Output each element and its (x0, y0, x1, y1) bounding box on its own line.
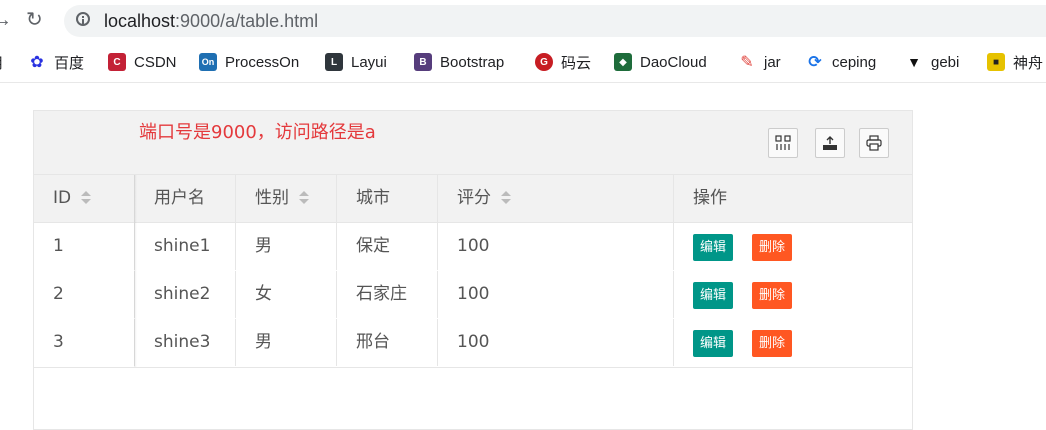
table-row[interactable]: 1 shine1 男 保定 100 编辑 删除 (34, 223, 912, 272)
bookmark-daocloud[interactable]: ◆ DaoCloud (614, 52, 707, 72)
header-label: 性别 (255, 188, 289, 208)
header-username: 用户名 (135, 175, 236, 222)
cell-sex: 男 (236, 319, 337, 366)
header-id[interactable]: ID (34, 175, 135, 222)
bookmark-label: Layui (351, 53, 387, 71)
delete-button[interactable]: 删除 (752, 234, 793, 261)
edit-button[interactable]: 编辑 (693, 330, 734, 357)
table-toolbar: 端口号是9000，访问路径是a (34, 111, 912, 175)
cell-id: 2 (34, 271, 135, 318)
cell-score: 100 (438, 223, 674, 270)
layui-icon: L (325, 53, 343, 71)
header-label: 操作 (693, 188, 727, 208)
cell-sex: 女 (236, 271, 337, 318)
export-button[interactable] (815, 128, 845, 158)
address-bar[interactable]: localhost:9000/a/table.html (64, 5, 1046, 37)
bookmark-apps[interactable]: 用 (0, 52, 3, 72)
note-text: 端口号是9000，访问路径是a (139, 122, 376, 143)
header-label: 用户名 (154, 188, 205, 208)
pen-icon: ✎ (740, 54, 754, 71)
cell-city: 邢台 (337, 319, 438, 366)
bookmark-label: ceping (832, 53, 877, 71)
bookmark-label: DaoCloud (640, 53, 707, 71)
back-arrow-icon[interactable]: → (0, 8, 12, 32)
delete-button[interactable]: 删除 (752, 330, 793, 357)
url-path: :9000/a/table.html (175, 11, 319, 31)
bookmark-label: jar (764, 53, 781, 71)
bookmark-jar[interactable]: ✎ jar (738, 52, 781, 72)
shenzhou-icon: ■ (987, 53, 1005, 71)
sort-icon[interactable] (299, 191, 309, 205)
cell-score: 100 (438, 319, 674, 366)
address-bar-row: → ↻ localhost:9000/a/table.html (0, 0, 1046, 40)
table-row[interactable]: 3 shine3 男 邢台 100 编辑 删除 (34, 319, 912, 368)
bookmark-gebi[interactable]: ▼ gebi (905, 52, 959, 72)
gitee-icon: G (535, 53, 553, 71)
header-label: ID (53, 188, 72, 208)
bookmark-label: Bootstrap (440, 53, 505, 71)
print-button[interactable] (859, 128, 889, 158)
bootstrap-icon: B (414, 53, 432, 71)
delete-button[interactable]: 删除 (752, 282, 793, 309)
edit-button[interactable]: 编辑 (693, 282, 734, 309)
columns-filter-button[interactable] (768, 128, 798, 158)
header-sex[interactable]: 性别 (236, 175, 337, 222)
cell-id: 1 (34, 223, 135, 270)
processon-icon: On (199, 53, 217, 71)
cell-id: 3 (34, 319, 135, 366)
paw-icon: ✿ (30, 54, 44, 71)
gebi-icon: ▼ (907, 54, 921, 70)
cell-username: shine2 (135, 271, 236, 318)
browser-chrome: → ↻ localhost:9000/a/table.html 用 ✿ 百度 C… (0, 0, 1046, 82)
sort-icon[interactable] (81, 191, 92, 205)
export-icon (823, 136, 837, 150)
ceping-icon: ⟳ (808, 54, 822, 71)
table-row[interactable]: 2 shine2 女 石家庄 100 编辑 删除 (34, 271, 912, 320)
cell-score: 100 (438, 271, 674, 318)
bookmark-label: gebi (931, 53, 960, 71)
header-label: 城市 (356, 188, 390, 208)
header-label: 评分 (457, 188, 491, 208)
cell-sex: 男 (236, 223, 337, 270)
header-city: 城市 (337, 175, 438, 222)
cell-username: shine3 (135, 319, 236, 366)
cell-username: shine1 (135, 223, 236, 270)
apps-icon: 用 (0, 52, 3, 73)
url-host: localhost (104, 11, 176, 31)
bookmark-shenzhou[interactable]: ■ 神舟 (987, 52, 1043, 72)
fixed-column-shadow (134, 175, 137, 367)
daocloud-icon: ◆ (614, 53, 632, 71)
columns-icon (775, 135, 791, 150)
bookmark-label: ProcessOn (225, 53, 300, 71)
bookmark-baidu[interactable]: ✿ 百度 (28, 52, 84, 72)
sort-icon[interactable] (501, 191, 511, 205)
cell-city: 石家庄 (337, 271, 438, 318)
data-table: 端口号是9000，访问路径是a ID 用户名 性别 城市 评分 操作 1 shi… (33, 110, 913, 430)
bookmark-processon[interactable]: On ProcessOn (199, 52, 299, 72)
cell-city: 保定 (337, 223, 438, 270)
info-icon[interactable] (76, 12, 90, 26)
bookmark-csdn[interactable]: C CSDN (108, 52, 177, 72)
bookmark-ceping[interactable]: ⟳ ceping (806, 52, 876, 72)
bookmarks-bar: 用 ✿ 百度 C CSDN On ProcessOn L Layui B Boo… (0, 44, 1046, 80)
table-header-row: ID 用户名 性别 城市 评分 操作 (34, 175, 912, 223)
header-score[interactable]: 评分 (438, 175, 674, 222)
csdn-icon: C (108, 53, 126, 71)
header-action: 操作 (674, 175, 912, 222)
bookmark-label: CSDN (134, 53, 177, 71)
bookmark-label: 百度 (54, 54, 85, 72)
edit-button[interactable]: 编辑 (693, 234, 734, 261)
bookmark-gitee[interactable]: G 码云 (535, 52, 591, 72)
bookmark-layui[interactable]: L Layui (325, 52, 387, 72)
bookmark-label: 码云 (561, 54, 592, 72)
reload-icon[interactable]: ↻ (26, 8, 43, 32)
url-text[interactable]: localhost:9000/a/table.html (104, 11, 318, 32)
chrome-divider (0, 82, 1046, 83)
bookmark-label: 神舟 (1013, 54, 1044, 72)
bookmark-bootstrap[interactable]: B Bootstrap (414, 52, 504, 72)
print-icon (866, 135, 882, 151)
